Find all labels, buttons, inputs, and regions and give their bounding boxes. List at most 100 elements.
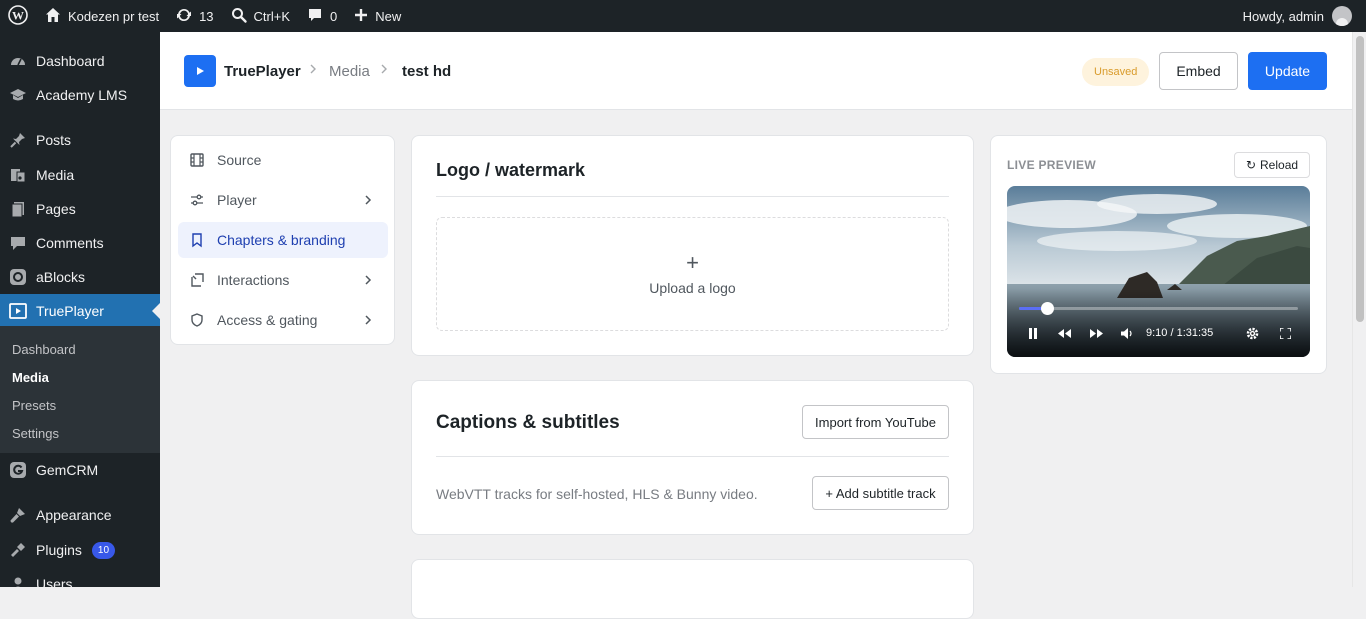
breadcrumb-separator-icon xyxy=(379,62,389,79)
seek-bar[interactable] xyxy=(1019,307,1298,310)
menu-comments[interactable]: Comments xyxy=(0,226,160,260)
menu-dashboard[interactable]: Dashboard xyxy=(0,44,160,78)
menu-label: Appearance xyxy=(36,507,112,523)
volume-icon[interactable] xyxy=(1119,326,1135,340)
menu-label: Academy LMS xyxy=(36,87,128,103)
chevron-right-icon xyxy=(365,315,372,325)
new-content-menu[interactable]: New xyxy=(345,0,409,32)
bookmark-icon xyxy=(192,233,202,248)
my-account-menu[interactable]: Howdy, admin xyxy=(1243,6,1366,26)
gemcrm-icon xyxy=(8,460,28,480)
section-title: Captions & subtitles xyxy=(436,412,620,433)
site-name: Kodezen pr test xyxy=(68,8,160,24)
appearance-icon xyxy=(8,505,28,525)
comments-icon xyxy=(8,233,28,253)
submenu-dashboard[interactable]: Dashboard xyxy=(12,342,76,357)
sliders-icon xyxy=(191,194,203,206)
users-icon xyxy=(8,574,28,587)
update-button[interactable]: Update xyxy=(1248,52,1327,90)
captions-description: WebVTT tracks for self-hosted, HLS & Bun… xyxy=(436,486,758,502)
new-label: New xyxy=(375,8,402,24)
scrollbar-thumb[interactable] xyxy=(1356,36,1364,322)
command-search[interactable]: Ctrl+K xyxy=(222,0,298,32)
shield-icon xyxy=(191,313,203,327)
page-scrollbar[interactable] xyxy=(1352,32,1366,587)
menu-label: Dashboard xyxy=(36,53,105,69)
menu-pages[interactable]: Pages xyxy=(0,192,160,226)
menu-plugins[interactable]: Plugins 10 xyxy=(0,533,160,567)
wp-logo-menu[interactable]: W xyxy=(0,0,36,32)
updates-count: 13 xyxy=(199,8,214,24)
fast-forward-icon[interactable] xyxy=(1088,326,1104,340)
submenu-media[interactable]: Media xyxy=(12,370,49,385)
pin-icon xyxy=(8,130,28,150)
nav-interactions[interactable]: Interactions xyxy=(178,262,388,298)
submenu-presets[interactable]: Presets xyxy=(12,398,56,413)
site-name-menu[interactable]: Kodezen pr test xyxy=(36,0,167,32)
pause-icon[interactable] xyxy=(1025,326,1041,340)
wordpress-logo-icon: W xyxy=(8,4,28,28)
comments-count: 0 xyxy=(330,8,338,24)
nav-label: Source xyxy=(217,152,262,168)
reload-icon: ↻ xyxy=(1245,158,1257,172)
chevron-right-icon xyxy=(365,275,372,285)
settings-gear-icon[interactable] xyxy=(1244,326,1260,340)
submenu-settings[interactable]: Settings xyxy=(12,426,59,441)
greeting: Howdy, admin xyxy=(1242,8,1324,24)
menu-posts[interactable]: Posts xyxy=(0,123,160,157)
menu-label: Posts xyxy=(36,132,72,148)
nav-access-gating[interactable]: Access & gating xyxy=(178,302,388,338)
nav-label: Interactions xyxy=(217,272,290,288)
updates-menu[interactable]: 13 xyxy=(167,0,221,32)
film-icon xyxy=(190,153,204,167)
graduation-cap-icon xyxy=(8,85,28,105)
rewind-icon[interactable] xyxy=(1056,326,1072,340)
menu-label: Plugins xyxy=(36,542,82,558)
svg-text:W: W xyxy=(12,8,24,22)
menu-label: aBlocks xyxy=(36,269,86,285)
logo-watermark-card: Logo / watermark + Upload a logo xyxy=(411,135,974,356)
menu-ablocks[interactable]: aBlocks xyxy=(0,260,160,294)
video-player[interactable]: 9:10 / 1:31:35 xyxy=(1007,186,1310,357)
menu-appearance[interactable]: Appearance xyxy=(0,498,160,532)
menu-label: TruePlayer xyxy=(36,303,104,319)
menu-media[interactable]: Media xyxy=(0,158,160,192)
menu-label: Pages xyxy=(36,201,76,217)
comments-menu[interactable]: 0 xyxy=(298,0,345,32)
menu-gemcrm[interactable]: GemCRM xyxy=(0,453,160,487)
breadcrumb-media[interactable]: Media xyxy=(329,63,370,80)
search-icon xyxy=(230,6,248,27)
menu-trueplayer[interactable]: TruePlayer xyxy=(0,294,160,328)
menu-label: Media xyxy=(36,167,75,183)
menu-academy-lms[interactable]: Academy LMS xyxy=(0,78,160,112)
reload-button[interactable]: ↻ Reload xyxy=(1234,152,1310,178)
updates-icon xyxy=(175,6,193,27)
add-subtitle-track-button[interactable]: + Add subtitle track xyxy=(812,476,949,510)
ablocks-icon xyxy=(8,267,28,287)
admin-bar: W Kodezen pr test 13 Ctrl+K 0 New Howdy,… xyxy=(0,0,1366,32)
seek-handle[interactable] xyxy=(1041,302,1054,315)
menu-users[interactable]: Users xyxy=(0,567,160,587)
upload-label: Upload a logo xyxy=(649,280,736,296)
chevron-right-icon xyxy=(365,195,372,205)
trueplayer-submenu: Dashboard Media Presets Settings xyxy=(0,326,160,453)
breadcrumb-separator-icon xyxy=(308,62,318,79)
nav-chapters-branding[interactable]: Chapters & branding xyxy=(178,222,388,258)
menu-label: Comments xyxy=(36,235,104,251)
menu-label: GemCRM xyxy=(36,462,99,478)
nav-player[interactable]: Player xyxy=(178,182,388,218)
admin-sidebar: Dashboard Academy LMS Posts Media Pages … xyxy=(0,32,160,587)
plugins-icon xyxy=(8,540,28,560)
breadcrumb-current: test hd xyxy=(402,63,452,80)
nav-label: Chapters & branding xyxy=(217,232,346,248)
time-display: 9:10 / 1:31:35 xyxy=(1146,327,1214,339)
nav-source[interactable]: Source xyxy=(178,142,388,178)
embed-button[interactable]: Embed xyxy=(1159,52,1238,90)
comment-bubble-icon xyxy=(306,6,324,27)
interactions-icon xyxy=(191,273,204,287)
brand-name: TruePlayer xyxy=(224,63,301,80)
logo-upload-dropzone[interactable]: + Upload a logo xyxy=(436,217,949,331)
fullscreen-icon[interactable] xyxy=(1277,326,1293,340)
avatar xyxy=(1332,6,1352,26)
import-youtube-button[interactable]: Import from YouTube xyxy=(802,405,949,439)
